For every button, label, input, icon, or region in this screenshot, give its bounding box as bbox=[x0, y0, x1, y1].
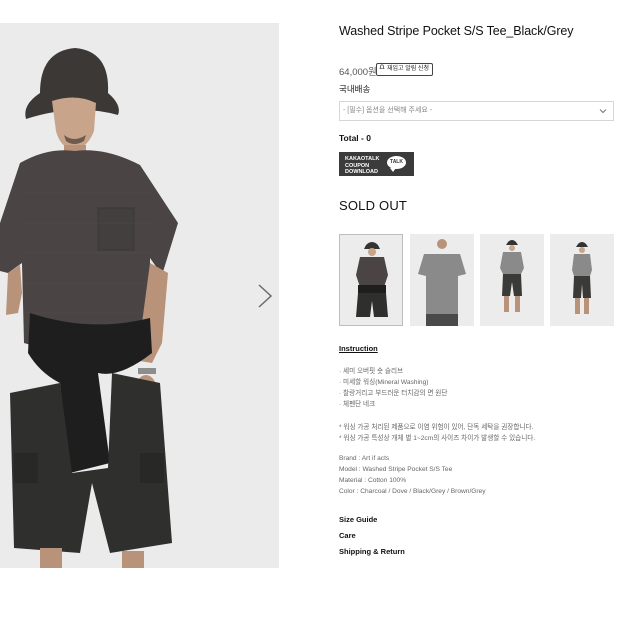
spec-material: Material : Cotton 100% bbox=[339, 477, 407, 484]
model-photo bbox=[0, 23, 279, 568]
thumbnail-2[interactable] bbox=[410, 234, 474, 326]
option-select-placeholder: - [필수] 옵션을 선택해 주세요 - bbox=[343, 107, 433, 114]
kakao-coupon-download-button[interactable]: KAKAOTALK COUPON DOWNLOAD TALK bbox=[339, 152, 414, 176]
care-link[interactable]: Care bbox=[339, 531, 356, 540]
product-title: Washed Stripe Pocket S/S Tee_Black/Grey bbox=[339, 24, 574, 38]
restock-alert-button[interactable]: 재입고 알림 신청 bbox=[376, 63, 433, 76]
total-price: Total - 0 bbox=[339, 133, 371, 143]
feature-line-4: · 체펜단 네크 bbox=[339, 401, 376, 408]
thumbnail-1[interactable] bbox=[339, 234, 403, 326]
spec-model: Model : Washed Stripe Pocket S/S Tee bbox=[339, 466, 453, 473]
chevron-down-icon bbox=[599, 109, 607, 114]
feature-line-1: · 세미 오버핏 숏 슬리브 bbox=[339, 368, 404, 375]
shipping-return-link[interactable]: Shipping & Return bbox=[339, 547, 405, 556]
note-line-1: * 워싱 가공 처리된 제품으로 이염 위험이 있어, 단독 세탁을 권장합니다… bbox=[339, 424, 534, 431]
chevron-right-icon[interactable] bbox=[255, 282, 275, 310]
note-line-2: * 워싱 가공 특성상 개체 별 1~2cm의 사이즈 차이가 발생할 수 있습… bbox=[339, 435, 536, 442]
kakao-talk-icon: TALK bbox=[387, 156, 406, 172]
shipping-type: 국내배송 bbox=[339, 84, 371, 94]
feature-line-2: · 미세할 워싱(Mineral Washing) bbox=[339, 379, 429, 386]
sold-out-status: SOLD OUT bbox=[339, 198, 408, 213]
instruction-heading: Instruction bbox=[339, 344, 378, 353]
spec-brand: Brand : Art if acts bbox=[339, 455, 390, 462]
spec-color: Color : Charcoal / Dove / Black/Grey / B… bbox=[339, 488, 486, 495]
size-guide-link[interactable]: Size Guide bbox=[339, 515, 377, 524]
restock-alert-label: 재입고 알림 신청 bbox=[387, 66, 429, 72]
thumbnail-4[interactable] bbox=[550, 234, 614, 326]
option-select[interactable]: - [필수] 옵션을 선택해 주세요 - bbox=[339, 101, 614, 121]
feature-line-3: · 찰랑거리고 부드러운 터치감의 면 원단 bbox=[339, 390, 448, 397]
main-product-image bbox=[0, 23, 279, 568]
bell-icon bbox=[379, 64, 385, 75]
kakao-coupon-line-3: DOWNLOAD bbox=[345, 169, 378, 175]
product-price: 64,000원 bbox=[339, 67, 377, 78]
thumbnail-3[interactable] bbox=[480, 234, 544, 326]
